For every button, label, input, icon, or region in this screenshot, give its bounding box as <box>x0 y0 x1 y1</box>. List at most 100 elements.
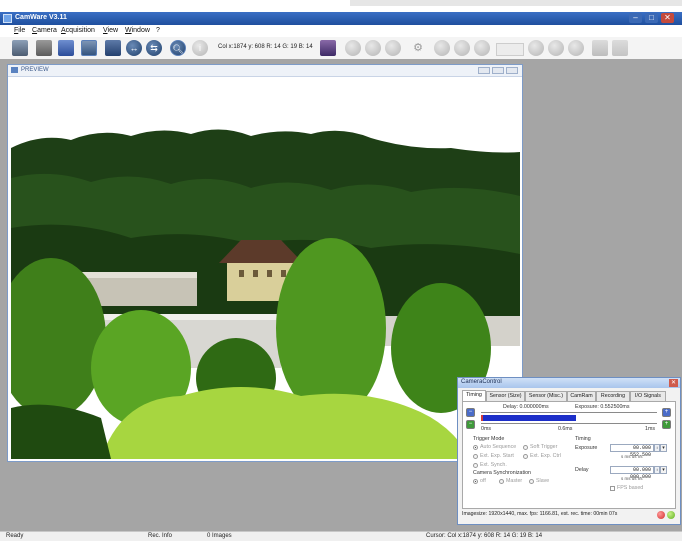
scale-mid-label: 0.6ms <box>558 426 573 432</box>
trigger-mode-heading: Trigger Mode <box>473 436 505 442</box>
exposure-input[interactable]: 00.000 552.500 <box>610 444 654 458</box>
preview-minimize-button[interactable] <box>478 67 490 74</box>
image-icon[interactable] <box>58 40 74 56</box>
step-back-icon[interactable] <box>474 40 490 56</box>
camera-status-line: Imagesize: 1920x1440, max. fps: 1166.81,… <box>462 511 618 517</box>
grid-icon[interactable] <box>612 40 628 56</box>
top-strip <box>350 0 682 6</box>
radio-sync-slave[interactable] <box>529 479 534 484</box>
file-icon[interactable] <box>592 40 608 56</box>
landscape-photo <box>11 78 520 459</box>
rec-info-label: Rec. Info <box>148 533 173 539</box>
arrow-right-icon[interactable]: ⇆ <box>146 40 162 56</box>
delay-unit-text: s ms us ns <box>621 476 643 481</box>
camera-control-dialog[interactable]: CameraControl ✕ Timing Sensor (Size) Sen… <box>457 377 681 525</box>
delay-unit-select[interactable]: ▾ <box>660 466 667 474</box>
export-icon[interactable] <box>320 40 336 56</box>
fps-based-label: FPS based <box>617 485 644 491</box>
record-icon[interactable] <box>81 40 97 56</box>
zoom-icon[interactable]: 🔍︎ <box>170 40 186 56</box>
tab-camram[interactable]: CamRam <box>567 391 596 401</box>
tab-timing[interactable]: Timing <box>462 390 486 401</box>
timing-panel: Delay: 0.000000ms Exposure: 0.552500ms −… <box>462 401 676 509</box>
timeline-right-top-button[interactable]: + <box>662 408 671 417</box>
tab-io-signals[interactable]: I/O Signals <box>630 391 666 401</box>
next-icon[interactable] <box>548 40 564 56</box>
delay-bar[interactable] <box>481 415 483 421</box>
preview-image[interactable] <box>11 78 520 459</box>
preview-icon <box>11 67 18 73</box>
radio-sync-off[interactable] <box>473 479 478 484</box>
monitor-icon[interactable] <box>105 40 121 56</box>
sync-off-label: off <box>480 478 486 484</box>
radio-ext-exp-ctrl[interactable] <box>523 454 528 459</box>
fps-based-checkbox[interactable] <box>610 486 615 491</box>
camera-control-title-bar[interactable]: CameraControl ✕ <box>458 378 680 388</box>
play-icon[interactable] <box>345 40 361 56</box>
timeline-left-top-button[interactable]: − <box>466 408 475 417</box>
info-icon[interactable]: i <box>192 40 208 56</box>
record-button-icon[interactable] <box>385 40 401 56</box>
arrow-left-icon[interactable]: ↔ <box>126 40 142 56</box>
radio-ext-exp-start[interactable] <box>473 454 478 459</box>
preview-close-button[interactable] <box>506 67 518 74</box>
exposure-unit-select[interactable]: ▾ <box>660 444 667 452</box>
toolbar: ↔ ⇆ 🔍︎ i Col x:1874 y: 608 R: 14 G: 19 B… <box>0 37 682 60</box>
exposure-bar[interactable] <box>481 415 576 421</box>
timeline-left-bottom-button[interactable]: − <box>466 420 475 429</box>
radio-sync-master[interactable] <box>499 479 504 484</box>
delay-readout: Delay: 0.000000ms <box>503 404 549 410</box>
step-forward-icon[interactable] <box>528 40 544 56</box>
preview-title: PREVIEW <box>21 67 49 73</box>
camera-icon[interactable] <box>36 40 52 56</box>
cursor-readout: Cursor: Col x:1874 y: 608 R: 14 G: 19 B:… <box>426 533 543 539</box>
print-icon[interactable] <box>12 40 28 56</box>
status-red-led <box>657 511 665 519</box>
prev-icon[interactable] <box>454 40 470 56</box>
exposure-unit-labels[interactable]: s ms us ns <box>621 454 643 459</box>
menu-window[interactable]: Window <box>125 27 150 34</box>
radio-auto-sequence[interactable] <box>473 445 478 450</box>
radio-ext-synch[interactable] <box>473 463 478 468</box>
images-count: 0 Images <box>207 533 232 539</box>
tab-recording[interactable]: Recording <box>596 391 630 401</box>
ext-synch-label: Ext. Synch. <box>480 462 507 468</box>
fast-forward-icon[interactable] <box>568 40 584 56</box>
tab-sensor-misc[interactable]: Sensor (Misc.) <box>525 391 567 401</box>
delay-input[interactable]: 00.000 000.000 <box>610 466 654 480</box>
menu-help[interactable]: ? <box>156 27 160 34</box>
status-green-led <box>667 511 675 519</box>
sync-master-label: Master <box>506 478 523 484</box>
timeline-scale <box>481 423 657 424</box>
camera-control-close-button[interactable]: ✕ <box>669 379 678 387</box>
preview-maximize-button[interactable] <box>492 67 504 74</box>
delay-unit-labels[interactable]: s ms us ns <box>621 476 643 481</box>
auto-sequence-label: Auto Sequence <box>480 444 517 450</box>
preview-title-bar[interactable]: PREVIEW <box>8 65 522 77</box>
tab-sensor-size[interactable]: Sensor (Size) <box>486 391 525 401</box>
stop-icon[interactable] <box>365 40 381 56</box>
settings-icon[interactable]: ⚙ <box>410 40 426 56</box>
timeline-right-bottom-button[interactable]: + <box>662 420 671 429</box>
radio-soft-trigger[interactable] <box>523 445 528 450</box>
close-button[interactable]: ✕ <box>661 13 674 23</box>
camera-control-title: CameraControl <box>461 379 502 385</box>
frame-field[interactable] <box>496 43 524 56</box>
minimize-button[interactable]: – <box>629 13 642 23</box>
timeline-track <box>481 412 657 413</box>
timing-heading: Timing <box>575 436 591 442</box>
menu-file[interactable]: File <box>14 27 25 34</box>
preview-window[interactable]: PREVIEW <box>7 64 523 462</box>
exposure-unit-text: s ms us ns <box>621 454 643 459</box>
menu-view[interactable]: View <box>103 27 118 34</box>
menu-camera[interactable]: Camera <box>32 27 57 34</box>
sync-slave-label: Slave <box>536 478 550 484</box>
scale-end-label: 1ms <box>645 426 656 432</box>
exposure-field-label: Exposure <box>575 445 598 451</box>
exposure-readout: Exposure: 0.552500ms <box>575 404 630 410</box>
title-bar[interactable]: CamWare V3.11 – □ ✕ <box>0 12 682 25</box>
maximize-button[interactable]: □ <box>645 13 658 23</box>
rewind-icon[interactable] <box>434 40 450 56</box>
menu-acquisition[interactable]: Acquisition <box>61 27 95 34</box>
ext-exp-start-label: Ext. Exp. Start <box>480 453 514 459</box>
